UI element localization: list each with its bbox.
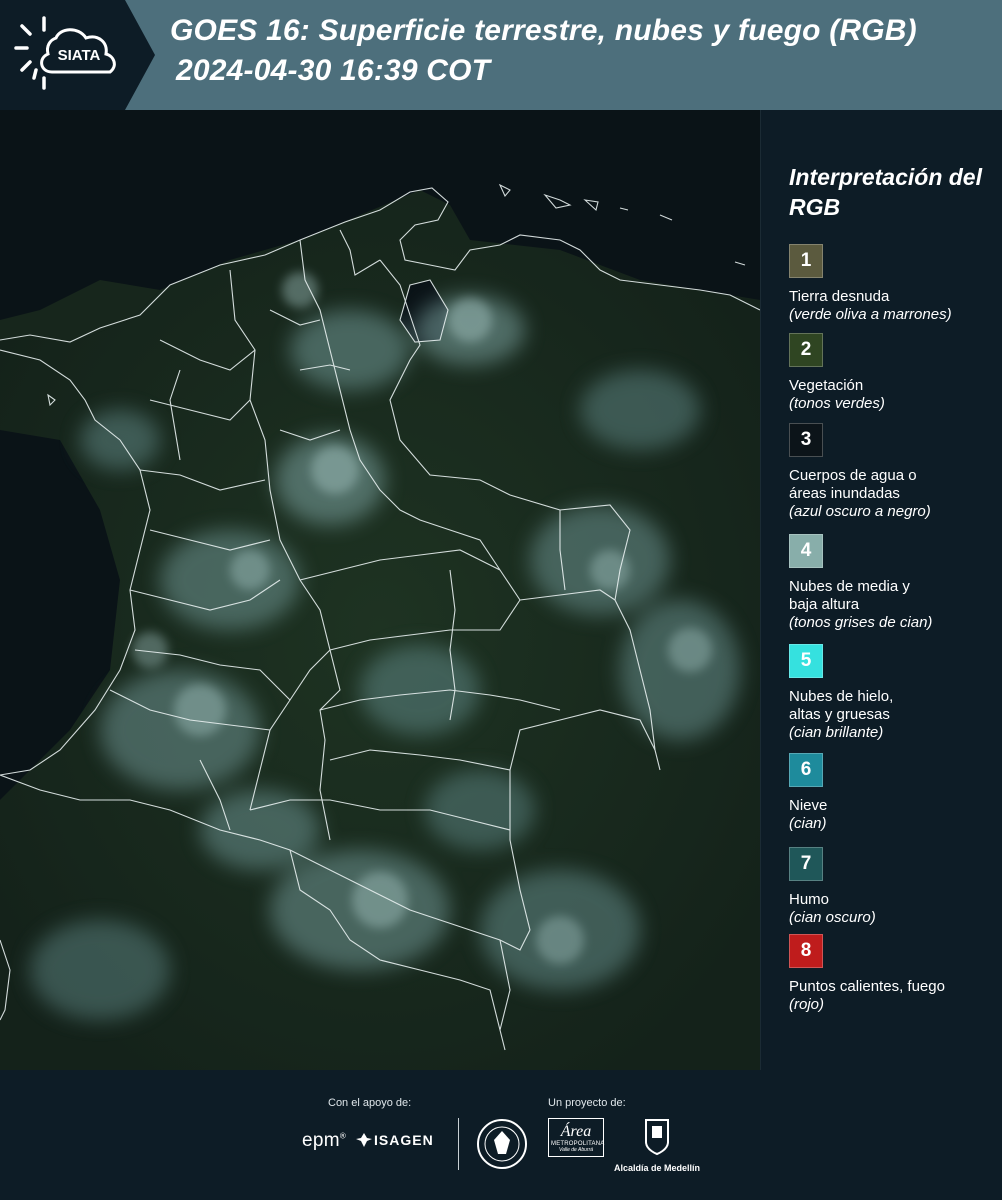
legend-swatch: 7 xyxy=(789,847,823,881)
legend-item: 7 Humo (cian oscuro) xyxy=(789,847,999,927)
legend-swatch: 3 xyxy=(789,423,823,457)
legend-item-label: Nubes de hielo, altas y gruesas xyxy=(789,688,894,723)
legend-item: 4 Nubes de media y baja altura (tonos gris… xyxy=(789,534,999,632)
area-metropolitana-logo: Área METROPOLITANA Valle de Aburrá xyxy=(548,1118,604,1157)
legend-item: 8 Puntos calientes, fuego (rojo) xyxy=(789,934,999,1014)
satellite-map xyxy=(0,110,760,1070)
legend-item-label: Humo xyxy=(789,891,830,908)
page-title: GOES 16: Superficie terrestre, nubes y f… xyxy=(170,14,917,47)
legend-panel: Interpretación del RGB 1 Tierra desnuda (v… xyxy=(760,110,1002,1070)
project-caption: Un proyecto de: xyxy=(548,1097,626,1109)
alcaldia-logo: Alcaldía de Medellín xyxy=(612,1118,702,1173)
legend-item: 1 Tierra desnuda (verde oliva a marrones) xyxy=(789,244,999,324)
legend-item-label: Puntos calientes, fuego xyxy=(789,978,945,995)
legend-item-label: Vegetación xyxy=(789,377,864,394)
legend-item-label: Cuerpos de agua o áreas inundadas xyxy=(789,467,917,502)
legend-swatch: 4 xyxy=(789,534,823,568)
coat-of-arms-icon xyxy=(645,1119,669,1156)
legend-item: 6 Nieve (cian) xyxy=(789,753,999,833)
legend-item-description: (cian) xyxy=(789,815,827,832)
legend-item-description: (tonos grises de cian) xyxy=(789,614,933,631)
footer-divider xyxy=(458,1118,459,1170)
legend-swatch: 5 xyxy=(789,644,823,678)
legend-item-label: Nieve xyxy=(789,797,828,814)
legend-item: 2 Vegetación (tonos verdes) xyxy=(789,333,999,413)
legend-item-description: (cian oscuro) xyxy=(789,909,876,926)
legend-item-description: (verde oliva a marrones) xyxy=(789,306,952,323)
legend-swatch: 1 xyxy=(789,244,823,278)
legend-item-description: (azul oscuro a negro) xyxy=(789,503,931,520)
legend-title: Interpretación del RGB xyxy=(789,164,982,220)
siata-logo: SIATA xyxy=(0,0,160,110)
legend-swatch: 2 xyxy=(789,333,823,367)
legend-item-label: Nubes de media y baja altura xyxy=(789,578,910,613)
support-caption: Con el apoyo de: xyxy=(328,1097,412,1109)
legend-item: 5 Nubes de hielo, altas y gruesas (cian br… xyxy=(789,644,999,742)
legend-item-description: (cian brillante) xyxy=(789,724,884,741)
legend-item: 3 Cuerpos de agua o áreas inundadas (azul … xyxy=(789,423,999,521)
isagen-logo: ISAGEN xyxy=(356,1132,434,1148)
epm-logo: epm® xyxy=(302,1130,347,1151)
legend-swatch: 6 xyxy=(789,753,823,787)
footer: Con el apoyo de: Un proyecto de: epm® IS… xyxy=(0,1070,1002,1200)
legend-swatch: 8 xyxy=(789,934,823,968)
header-bar: SIATA GOES 16: Superficie terrestre, nub… xyxy=(0,0,1002,110)
timestamp: 2024-04-30 16:39 COT xyxy=(176,54,491,87)
legend-item-label: Tierra desnuda xyxy=(789,288,890,305)
legend-item-description: (rojo) xyxy=(789,996,825,1013)
legend-item-description: (tonos verdes) xyxy=(789,395,885,412)
svg-text:SIATA: SIATA xyxy=(58,47,101,64)
university-seal xyxy=(476,1118,528,1175)
